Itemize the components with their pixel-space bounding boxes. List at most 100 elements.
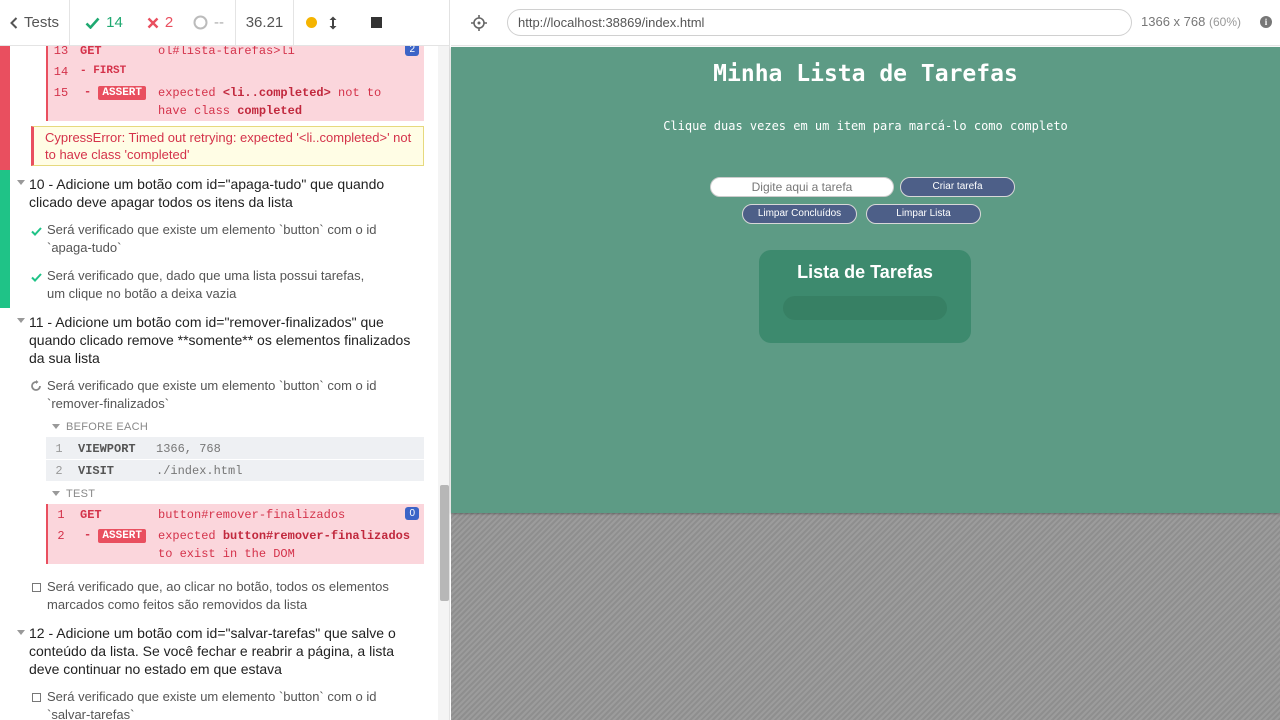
app-title: Minha Lista de Tarefas [713, 61, 1018, 87]
tests-nav-button[interactable]: Tests [0, 0, 70, 46]
command-number: 14 [53, 65, 69, 79]
command-row[interactable]: 1 GET button#remover-finalizados 0 [46, 504, 424, 525]
suite-title[interactable]: 12 - Adicione um botão com id="salvar-ta… [29, 624, 427, 678]
command-name: VISIT [78, 464, 115, 478]
check-icon [85, 17, 100, 29]
stop-icon[interactable] [371, 17, 382, 28]
command-name: GET [80, 508, 102, 522]
chevron-left-icon [10, 16, 18, 29]
assert-badge: ASSERT [98, 529, 147, 543]
command-name: GET [80, 46, 102, 58]
command-row[interactable]: 15 - ASSERT expected <li..completed> not… [46, 82, 424, 121]
command-message: ol#lista-tarefas>li [158, 46, 295, 58]
assert-mid: not to [338, 86, 382, 100]
collapse-caret-icon[interactable] [52, 491, 60, 496]
duration: 36.21 [236, 0, 294, 46]
assert-subject2: completed [237, 104, 303, 118]
command-name: - ASSERT [84, 528, 147, 543]
collapse-caret-icon[interactable] [17, 180, 25, 185]
x-icon [147, 17, 159, 28]
reporter-body: 13 GET ol#lista-tarefas>li 2 14 - FIRST … [0, 46, 449, 720]
info-icon[interactable]: i [1260, 16, 1272, 28]
collapse-caret-icon[interactable] [17, 318, 25, 323]
passed-count: 14 [70, 0, 138, 46]
command-number: 2 [55, 464, 63, 478]
reporter-panel: Tests 14 2 -- 36.21 13 GET ol#lista-tare… [0, 0, 450, 720]
tests-nav-label: Tests [23, 14, 59, 31]
command-row[interactable]: 13 GET ol#lista-tarefas>li 2 [46, 46, 424, 60]
aut-stage: Minha Lista de Tarefas Clique duas vezes… [451, 47, 1280, 720]
suite-fail-bar [0, 46, 10, 170]
elements-count-badge: 0 [405, 507, 419, 520]
assert-prefix: expected [158, 86, 216, 100]
test-title[interactable]: Será verificado que existe um elemento `… [47, 221, 397, 257]
pending-circle-icon [193, 15, 208, 30]
command-name: VIEWPORT [78, 442, 136, 456]
scrollbar-thumb[interactable] [440, 485, 449, 601]
assert-prefix: expected [158, 529, 216, 543]
pending-square-icon [30, 691, 42, 703]
suite-pass-bar [0, 170, 10, 308]
command-message: expected button#remover-finalizados [158, 529, 410, 543]
aut-header: http://localhost:38869/index.html 1366 x… [451, 0, 1280, 46]
app-instructions: Clique duas vezes em um item para marcá-… [663, 119, 1068, 133]
clear-completed-button[interactable]: Limpar Concluídos [742, 204, 857, 224]
test-heading[interactable]: TEST [66, 488, 95, 500]
url-bar[interactable]: http://localhost:38869/index.html [507, 9, 1132, 36]
command-number: 13 [53, 46, 69, 58]
command-number: 2 [57, 529, 65, 543]
collapse-caret-icon[interactable] [17, 630, 25, 635]
viewport-scale: (60%) [1208, 15, 1241, 29]
error-message[interactable]: CypressError: Timed out retrying: expect… [31, 126, 424, 166]
command-name: - FIRST [80, 65, 127, 77]
test-title[interactable]: Será verificado que existe um elemento `… [47, 688, 397, 720]
pending-square-icon [30, 581, 42, 593]
running-indicator-icon [306, 17, 317, 28]
suite-title[interactable]: 11 - Adicione um botão com id="remover-f… [29, 313, 421, 367]
command-number: 1 [55, 442, 63, 456]
command-number: 15 [53, 86, 69, 100]
pending-count: -- [182, 0, 236, 46]
test-title[interactable]: Será verificado que existe um elemento `… [47, 377, 397, 413]
viewport-dimensions: 1366 x 768 [1141, 14, 1206, 29]
auto-scroll-icon[interactable] [329, 16, 337, 30]
task-input[interactable]: Digite aqui a tarefa [710, 177, 894, 197]
task-list [783, 296, 947, 320]
app-iframe: Minha Lista de Tarefas Clique duas vezes… [451, 47, 1280, 513]
command-row[interactable]: 1 VIEWPORT 1366, 768 [46, 437, 424, 459]
assert-subject: button#remover-finalizados [222, 529, 411, 543]
suite-title[interactable]: 10 - Adicione um botão com id="apaga-tud… [29, 175, 429, 211]
viewport-size: 1366 x 768 (60%) [1141, 14, 1241, 29]
failed-count-value: 2 [164, 14, 174, 31]
task-list-container: Lista de Tarefas [759, 250, 971, 343]
selector-playground-icon[interactable] [470, 14, 488, 32]
check-icon [30, 225, 42, 237]
elements-count-badge: 2 [405, 46, 419, 56]
run-controls [294, 0, 390, 46]
assert-subject: <li..completed> [222, 86, 331, 100]
command-row[interactable]: 2 - ASSERT expected button#remover-final… [46, 525, 424, 564]
command-message: ./index.html [156, 464, 243, 478]
failed-count: 2 [138, 0, 182, 46]
test-title[interactable]: Será verificado que, ao clicar no botão,… [47, 578, 392, 614]
clear-list-button[interactable]: Limpar Lista [866, 204, 981, 224]
before-each-heading[interactable]: BEFORE EACH [66, 421, 148, 433]
check-icon [30, 271, 42, 283]
test-title[interactable]: Será verificado que, dado que uma lista … [47, 267, 377, 303]
command-message-line2: to exist in the DOM [158, 547, 295, 561]
reporter-header: Tests 14 2 -- 36.21 [0, 0, 449, 46]
command-row[interactable]: 2 VISIT ./index.html [46, 459, 424, 481]
command-row[interactable]: 14 - FIRST [46, 60, 424, 82]
command-message: expected <li..completed> not to [158, 86, 381, 100]
create-task-button[interactable]: Criar tarefa [900, 177, 1015, 197]
duration-value: 36.21 [245, 14, 284, 31]
running-spinner-icon [30, 380, 42, 392]
collapse-caret-icon[interactable] [52, 424, 60, 429]
command-message: 1366, 768 [156, 442, 221, 456]
scrollbar-track[interactable] [438, 46, 449, 720]
command-number: 1 [57, 508, 65, 522]
assert-badge: ASSERT [98, 86, 147, 100]
passed-count-value: 14 [106, 14, 123, 31]
assert-line2: have class [158, 104, 231, 118]
pending-count-value: -- [214, 14, 224, 31]
